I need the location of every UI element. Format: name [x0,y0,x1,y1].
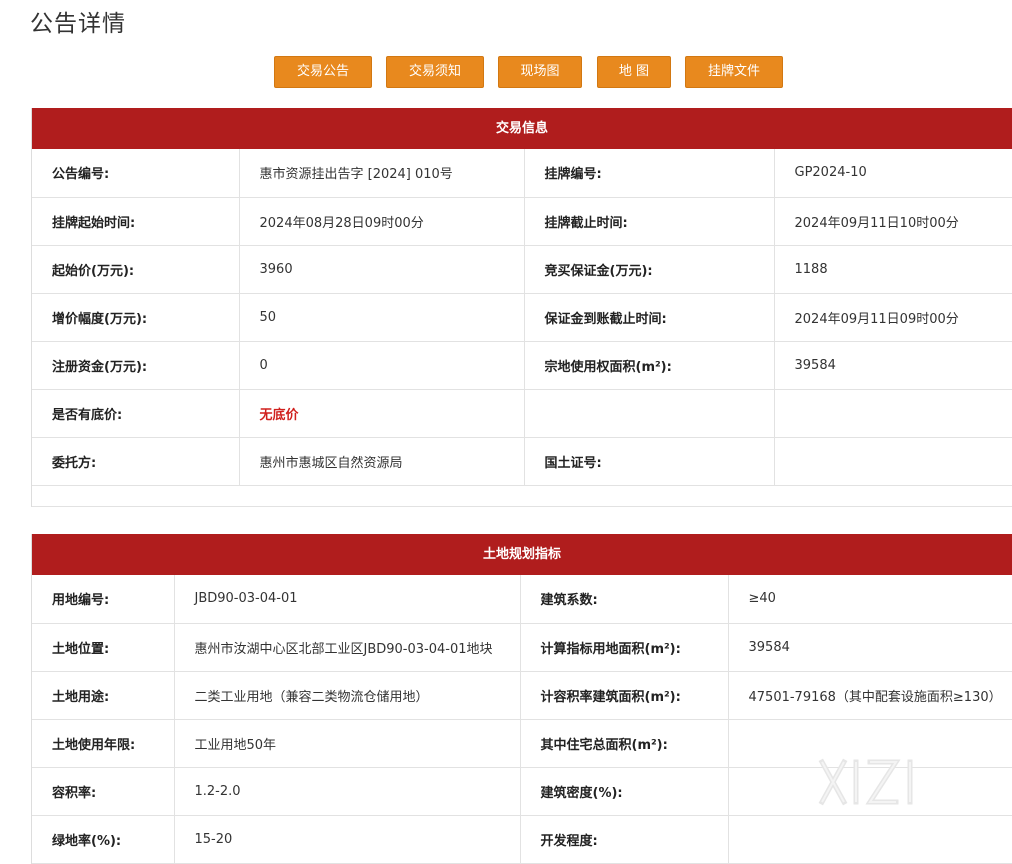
land-plan-row: 绿地率(%): 15-20 开发程度: [32,815,1012,864]
land-plan-field-value: 惠州市汝湖中心区北部工业区JBD90-03-04-01地块 [174,623,521,672]
trade-info-footer [32,486,1012,507]
land-plan-field-label: 开发程度: [520,815,729,864]
land-plan-field-label: 土地用途: [32,671,175,720]
land-plan-field-value: JBD90-03-04-01 [174,575,521,624]
trade-info-field-label: 委托方: [32,437,240,486]
trade-info-field-label: 竞买保证金(万元): [524,245,775,294]
land-plan-field-value: 二类工业用地（兼容二类物流仓储用地） [174,671,521,720]
land-plan-row: 容积率: 1.2-2.0 建筑密度(%): [32,767,1012,816]
land-plan-field-label: 土地使用年限: [32,719,175,768]
land-plan-field-label: 绿地率(%): [32,815,175,864]
trade-info-header: 交易信息 [32,108,1012,149]
trade-info-field-value: 2024年09月11日10时00分 [774,197,1012,246]
trade-announcement-button[interactable]: 交易公告 [274,56,372,88]
land-plan-field-label: 计容积率建筑面积(m²): [520,671,729,720]
land-plan-table: 用地编号: JBD90-03-04-01 建筑系数: ≥40 土地位置: 惠州市汝湖中心区… [32,575,1012,864]
trade-info-row: 增价幅度(万元): 50 保证金到账截止时间: 2024年09月11日09时00分 [32,293,1012,342]
trade-info-field-value: 0 [239,341,525,390]
land-plan-field-value [728,719,1012,768]
land-plan-section: 土地规划指标 用地编号: JBD90-03-04-01 建筑系数: ≥40 土地位置: 惠… [31,534,1012,864]
trade-info-field-label: 挂牌截止时间: [524,197,775,246]
trade-info-field-label: 宗地使用权面积(m²): [524,341,775,390]
trade-info-field-value: 2024年08月28日09时00分 [239,197,525,246]
trade-info-field-value: 惠市资源挂出告字 [2024] 010号 [239,149,525,198]
trade-info-field-label: 挂牌编号: [524,149,775,198]
trade-info-field-value: 无底价 [239,389,525,438]
trade-info-field-label: 起始价(万元): [32,245,240,294]
land-plan-field-label: 计算指标用地面积(m²): [520,623,729,672]
trade-info-field-label: 国土证号: [524,437,775,486]
land-plan-field-label: 土地位置: [32,623,175,672]
nav-button-row: 交易公告 交易须知 现场图 地 图 挂牌文件 [0,56,1012,88]
trade-info-field-value [774,437,1012,486]
trade-notice-button[interactable]: 交易须知 [386,56,484,88]
land-plan-field-label: 用地编号: [32,575,175,624]
trade-info-field-label: 增价幅度(万元): [32,293,240,342]
land-plan-row: 土地用途: 二类工业用地（兼容二类物流仓储用地） 计容积率建筑面积(m²): 4750… [32,671,1012,720]
land-plan-field-value [728,815,1012,864]
trade-info-row: 注册资金(万元): 0 宗地使用权面积(m²): 39584 [32,341,1012,390]
trade-info-field-value: 2024年09月11日09时00分 [774,293,1012,342]
trade-info-table: 公告编号: 惠市资源挂出告字 [2024] 010号 挂牌编号: GP2024-10 挂… [32,149,1012,486]
land-plan-field-value: 39584 [728,623,1012,672]
trade-info-field-value: 惠州市惠城区自然资源局 [239,437,525,486]
trade-info-row: 是否有底价: 无底价 [32,389,1012,438]
trade-info-row: 起始价(万元): 3960 竞买保证金(万元): 1188 [32,245,1012,294]
land-plan-header: 土地规划指标 [32,534,1012,575]
trade-info-row: 挂牌起始时间: 2024年08月28日09时00分 挂牌截止时间: 2024年09月1… [32,197,1012,246]
trade-info-field-value [774,389,1012,438]
trade-info-field-label: 注册资金(万元): [32,341,240,390]
land-plan-field-label: 建筑密度(%): [520,767,729,816]
land-plan-row: 土地位置: 惠州市汝湖中心区北部工业区JBD90-03-04-01地块 计算指标用地… [32,623,1012,672]
land-plan-field-value: ≥40 [728,575,1012,624]
trade-info-field-value: GP2024-10 [774,149,1012,198]
trade-info-field-value: 3960 [239,245,525,294]
land-plan-field-label: 建筑系数: [520,575,729,624]
trade-info-field-label: 挂牌起始时间: [32,197,240,246]
trade-info-field-label: 保证金到账截止时间: [524,293,775,342]
land-plan-field-value: 1.2-2.0 [174,767,521,816]
land-plan-field-label: 容积率: [32,767,175,816]
trade-info-row: 公告编号: 惠市资源挂出告字 [2024] 010号 挂牌编号: GP2024-10 [32,149,1012,198]
site-photo-button[interactable]: 现场图 [498,56,582,88]
trade-info-row: 委托方: 惠州市惠城区自然资源局 国土证号: [32,437,1012,486]
land-plan-row: 土地使用年限: 工业用地50年 其中住宅总面积(m²): [32,719,1012,768]
listing-documents-button[interactable]: 挂牌文件 [685,56,783,88]
trade-info-field-value: 39584 [774,341,1012,390]
map-button[interactable]: 地 图 [597,56,671,88]
trade-info-field-label: 是否有底价: [32,389,240,438]
land-plan-field-value [728,767,1012,816]
trade-info-field-label: 公告编号: [32,149,240,198]
page-title: 公告详情 [30,11,126,37]
land-plan-field-value: 15-20 [174,815,521,864]
trade-info-field-value: 1188 [774,245,1012,294]
trade-info-field-value: 50 [239,293,525,342]
land-plan-field-value: 工业用地50年 [174,719,521,768]
land-plan-field-value: 47501-79168（其中配套设施面积≥130） [728,671,1012,720]
trade-info-section: 交易信息 公告编号: 惠市资源挂出告字 [2024] 010号 挂牌编号: GP202… [31,108,1012,507]
trade-info-field-label [524,389,775,438]
announcement-detail-page: 公告详情 交易公告 交易须知 现场图 地 图 挂牌文件 交易信息 公告编号: 惠市… [0,0,1012,864]
land-plan-row: 用地编号: JBD90-03-04-01 建筑系数: ≥40 [32,575,1012,624]
land-plan-field-label: 其中住宅总面积(m²): [520,719,729,768]
